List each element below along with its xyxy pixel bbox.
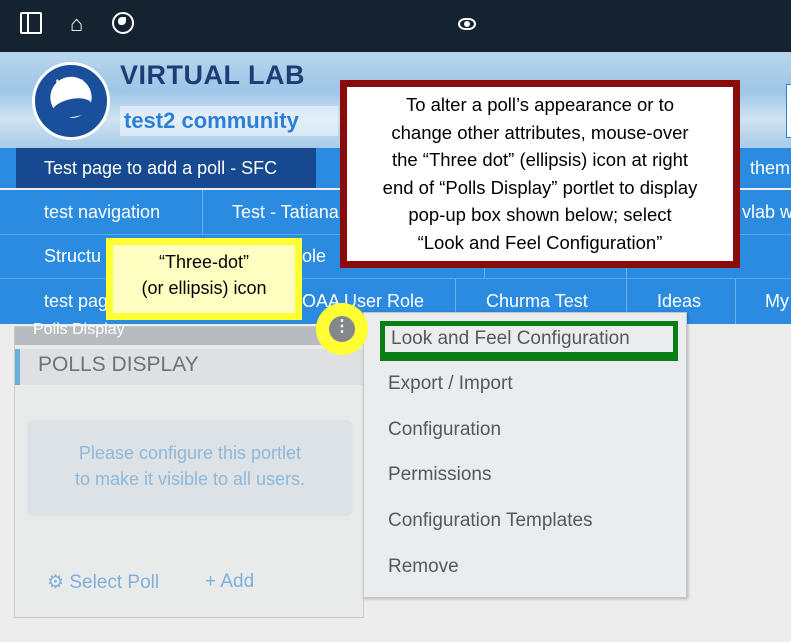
three-dot-callout-text: “Three-dot” (or ellipsis) icon xyxy=(113,245,295,313)
instruction-callout-text: To alter a poll’s appearance or to chang… xyxy=(347,87,733,261)
nav-item-test-page[interactable]: test pag xyxy=(16,279,110,324)
portlet-message-line-1: Please configure this portlet xyxy=(78,443,302,463)
nav-item-test-tatiana[interactable]: Test - Tatiana xyxy=(203,190,343,234)
menu-item-remove[interactable]: Remove xyxy=(388,556,459,578)
eye-icon[interactable] xyxy=(458,18,476,30)
menu-item-configuration-templates[interactable]: Configuration Templates xyxy=(388,510,593,532)
three-dot-callout: “Three-dot” (or ellipsis) icon xyxy=(106,238,302,320)
instruction-line: change other attributes, mouse-over xyxy=(391,121,689,143)
portlet-title: POLLS DISPLAY xyxy=(15,349,363,385)
select-poll-label: Select Poll xyxy=(69,572,160,593)
instruction-line: end of “Polls Display” portlet to displa… xyxy=(382,176,698,198)
noaa-logo[interactable]: NOAA xyxy=(32,62,110,140)
nav-item-vlab[interactable]: vlab w xyxy=(734,190,791,234)
portlet-topper: Polls Display xyxy=(15,321,363,345)
portlet-message-line-2: to make it visible to all users. xyxy=(74,469,306,489)
instruction-line: “Look and Feel Configuration” xyxy=(417,231,663,253)
polls-display-portlet: Polls Display POLLS DISPLAY Please confi… xyxy=(14,321,364,618)
search-field-edge[interactable] xyxy=(786,84,791,138)
instruction-callout: To alter a poll’s appearance or to chang… xyxy=(340,80,740,268)
three-dot-line: “Three-dot” xyxy=(158,252,250,272)
top-bar: ⌂ xyxy=(0,0,791,52)
logo-text: NOAA xyxy=(55,78,87,88)
site-subtitle[interactable]: test2 community xyxy=(120,106,338,136)
add-label: Add xyxy=(220,571,255,592)
instruction-line: To alter a poll’s appearance or to xyxy=(405,94,675,115)
portlet-config-message: Please configure this portlet to make it… xyxy=(27,420,353,516)
portlet-options-menu: Look and Feel Configuration Export / Imp… xyxy=(363,312,687,598)
three-dot-line: (or ellipsis) icon xyxy=(141,278,267,298)
gear-icon: ⚙ xyxy=(47,572,65,593)
ellipsis-icon[interactable]: ⋮ xyxy=(329,316,355,342)
nav-item-role[interactable]: ole xyxy=(300,235,345,278)
logo-bird-icon xyxy=(50,95,94,121)
menu-item-export-import[interactable]: Export / Import xyxy=(388,373,513,395)
home-icon[interactable]: ⌂ xyxy=(70,12,83,36)
sidebar-toggle-icon[interactable] xyxy=(20,12,42,34)
menu-item-permissions[interactable]: Permissions xyxy=(388,464,491,486)
globe-icon[interactable] xyxy=(112,12,134,34)
add-poll-button[interactable]: + Add xyxy=(205,571,254,593)
menu-item-look-and-feel-label: Look and Feel Configuration xyxy=(385,326,673,352)
portlet-top-label: Polls Display xyxy=(33,321,125,338)
nav-item-test-page-poll[interactable]: Test page to add a poll - SFC xyxy=(16,148,316,188)
menu-item-configuration[interactable]: Configuration xyxy=(388,419,501,441)
instruction-line: the “Three dot” (ellipsis) icon at right xyxy=(391,149,689,170)
site-title[interactable]: VIRTUAL LAB xyxy=(120,60,305,91)
nav-item-structure[interactable]: Structu xyxy=(16,235,110,278)
nav-item-my[interactable]: My xyxy=(736,279,791,324)
nav-item-themes[interactable]: them xyxy=(748,148,791,188)
nav-item-test-navigation[interactable]: test navigation xyxy=(16,190,202,234)
menu-item-look-and-feel[interactable]: Look and Feel Configuration xyxy=(380,321,678,361)
select-poll-button[interactable]: ⚙ Select Poll xyxy=(47,571,159,594)
instruction-line: pop-up box shown below; select xyxy=(408,204,672,225)
plus-icon: + xyxy=(205,571,217,592)
